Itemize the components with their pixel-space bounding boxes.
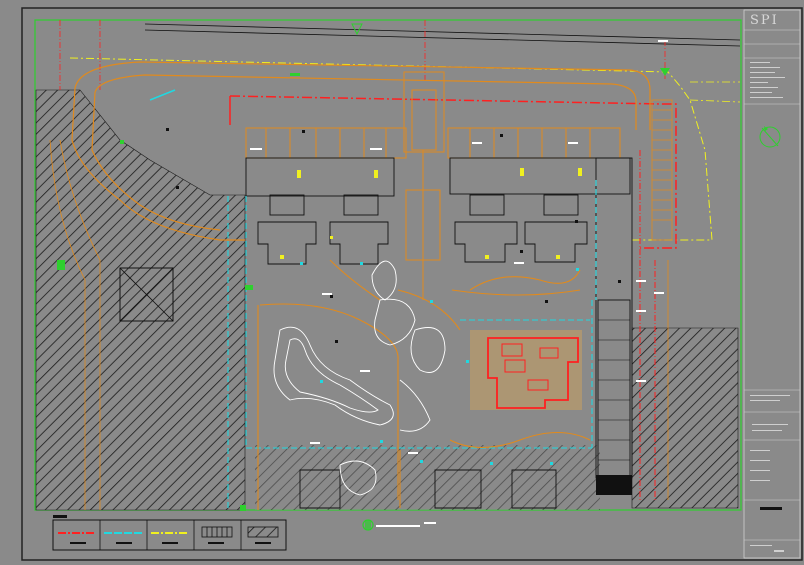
hatched-area-east [631, 327, 739, 509]
cad-drawing-canvas: SPI [0, 0, 804, 565]
community-center [470, 330, 582, 410]
legend-hatch-pattern [247, 526, 279, 538]
title-block-logo: SPI [750, 13, 779, 28]
east-tower-base [596, 475, 632, 495]
site-plan-svg: SPI [21, 7, 803, 561]
hatched-area-south [255, 445, 600, 510]
